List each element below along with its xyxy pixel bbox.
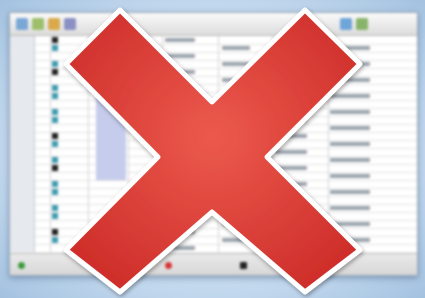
red-x-icon (63, 7, 363, 295)
x-stroke-down (63, 7, 363, 295)
